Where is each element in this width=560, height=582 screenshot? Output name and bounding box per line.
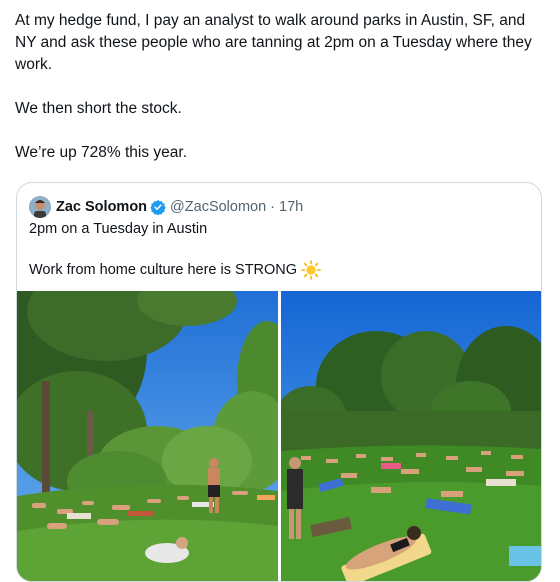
tweet-paragraph: We then short the stock. [15, 100, 182, 117]
park-photo-right[interactable] [280, 291, 541, 581]
quoted-tweet-line1: 2pm on a Tuesday in Austin [29, 221, 208, 237]
quoted-tweet-card[interactable]: Zac Solomon @ZacSolomon · 17h 2pm on a T… [16, 182, 542, 582]
quoted-tweet-header: Zac Solomon @ZacSolomon · 17h [29, 195, 303, 219]
separator: · [270, 199, 276, 215]
timestamp[interactable]: 17h [279, 199, 303, 215]
media-grid [17, 291, 541, 581]
tweet-text: At my hedge fund, I pay an analyst to wa… [15, 10, 545, 164]
tweet-paragraph: At my hedge fund, I pay an analyst to wa… [15, 12, 532, 73]
quoted-tweet-line2-row: Work from home culture here is STRONG [29, 260, 321, 280]
avatar[interactable] [29, 196, 51, 218]
quoted-tweet-line2: Work from home culture here is STRONG [29, 262, 298, 278]
verified-badge-icon [150, 200, 166, 215]
author-name[interactable]: Zac Solomon [56, 199, 147, 215]
author-handle[interactable]: @ZacSolomon [170, 199, 266, 215]
tweet-paragraph: We’re up 728% this year. [15, 144, 188, 161]
park-photo-left[interactable] [17, 291, 278, 581]
sun-icon [301, 260, 321, 280]
